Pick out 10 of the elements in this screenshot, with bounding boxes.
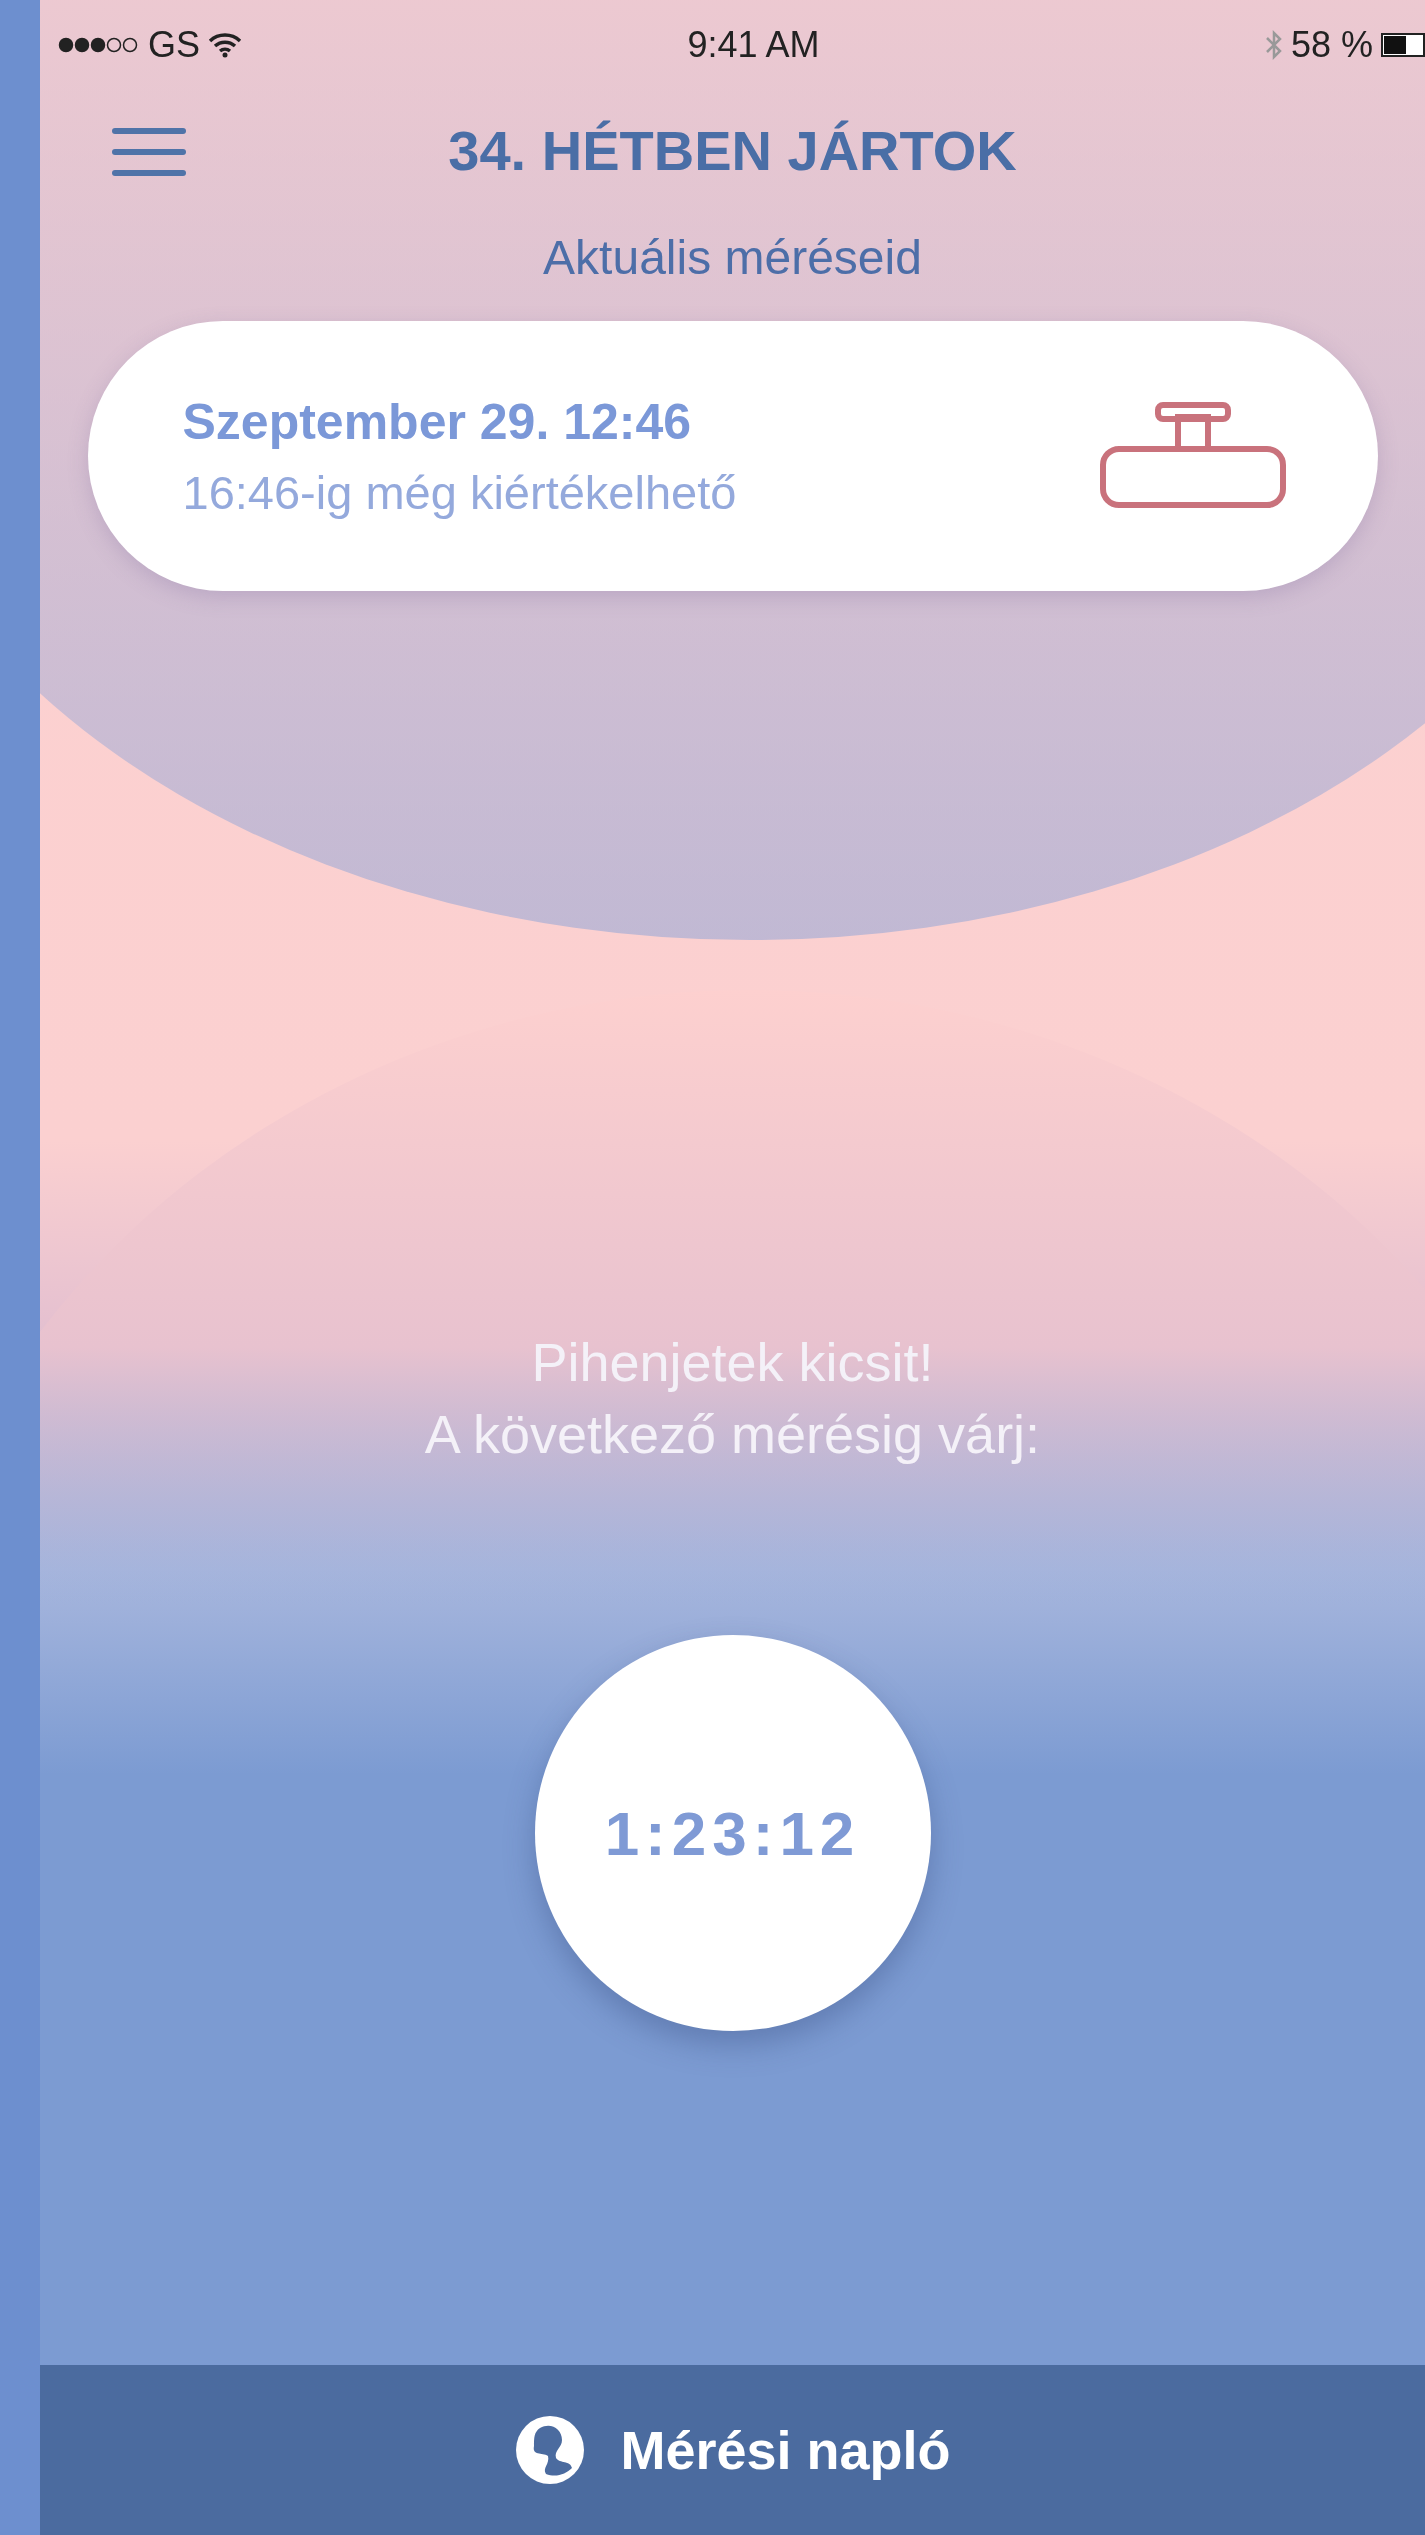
measurement-card[interactable]: Szeptember 29. 12:46 16:46-ig még kiértékelhető	[87, 321, 1378, 591]
battery-percent: 58 %	[1290, 24, 1373, 66]
rest-message: A következő mérésig várj:	[424, 1403, 1041, 1465]
measurement-note: 16:46-ig még kiértékelhető	[182, 464, 737, 520]
clock-time: 9:41 AM	[687, 24, 820, 66]
page-title: 34. HÉTBEN JÁRTOK	[448, 117, 1017, 183]
carrier-name: GS	[148, 24, 200, 66]
log-button[interactable]: Mérési napló	[40, 2365, 1425, 2535]
section-title: Aktuális méréseid	[543, 230, 922, 285]
measurement-date: Szeptember 29. 12:46	[182, 392, 693, 451]
